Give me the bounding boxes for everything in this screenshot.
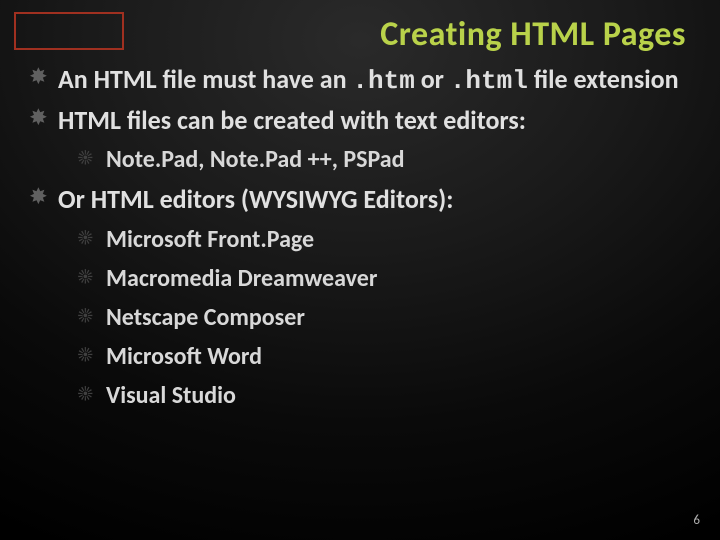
- bullet-text: or: [415, 63, 450, 95]
- sub-bullet-item: Visual Studio: [78, 380, 696, 411]
- sub-bullet-item: Netscape Composer: [78, 302, 696, 333]
- bullet-text: Visual Studio: [106, 381, 236, 410]
- bullet-text: An HTML file must have an: [58, 63, 352, 95]
- slide: Creating HTML Pages An HTML file must ha…: [0, 0, 720, 540]
- placeholder-box: [14, 12, 124, 50]
- bullet-text: Note.Pad, Note.Pad ++, PSPad: [106, 145, 405, 174]
- sub-bullet-item: Microsoft Front.Page: [78, 224, 696, 255]
- bullet-item: Or HTML editors (WYSIWYG Editors): Micro…: [30, 183, 696, 411]
- bullet-text: Microsoft Word: [106, 342, 262, 371]
- sub-bullet-item: Note.Pad, Note.Pad ++, PSPad: [78, 144, 696, 175]
- bullet-item: HTML files can be created with text edit…: [30, 104, 696, 176]
- bullet-text: HTML files can be created with text edit…: [58, 104, 526, 136]
- sub-bullet-list: Microsoft Front.Page Macromedia Dreamwea…: [58, 224, 696, 412]
- bullet-text: Or HTML editors (WYSIWYG Editors):: [58, 183, 453, 215]
- code-text: .htm: [352, 66, 414, 96]
- bullet-text: Netscape Composer: [106, 303, 305, 332]
- bullet-text: Microsoft Front.Page: [106, 225, 314, 254]
- bullet-item: An HTML file must have an .htm or .html …: [30, 63, 696, 98]
- sub-bullet-item: Macromedia Dreamweaver: [78, 263, 696, 294]
- bullet-list: An HTML file must have an .htm or .html …: [24, 63, 696, 412]
- sub-bullet-item: Microsoft Word: [78, 341, 696, 372]
- bullet-text: file extension: [528, 63, 679, 95]
- sub-bullet-list: Note.Pad, Note.Pad ++, PSPad: [58, 144, 696, 175]
- code-text: .html: [450, 66, 528, 96]
- bullet-text: Macromedia Dreamweaver: [106, 264, 377, 293]
- page-number: 6: [693, 513, 700, 528]
